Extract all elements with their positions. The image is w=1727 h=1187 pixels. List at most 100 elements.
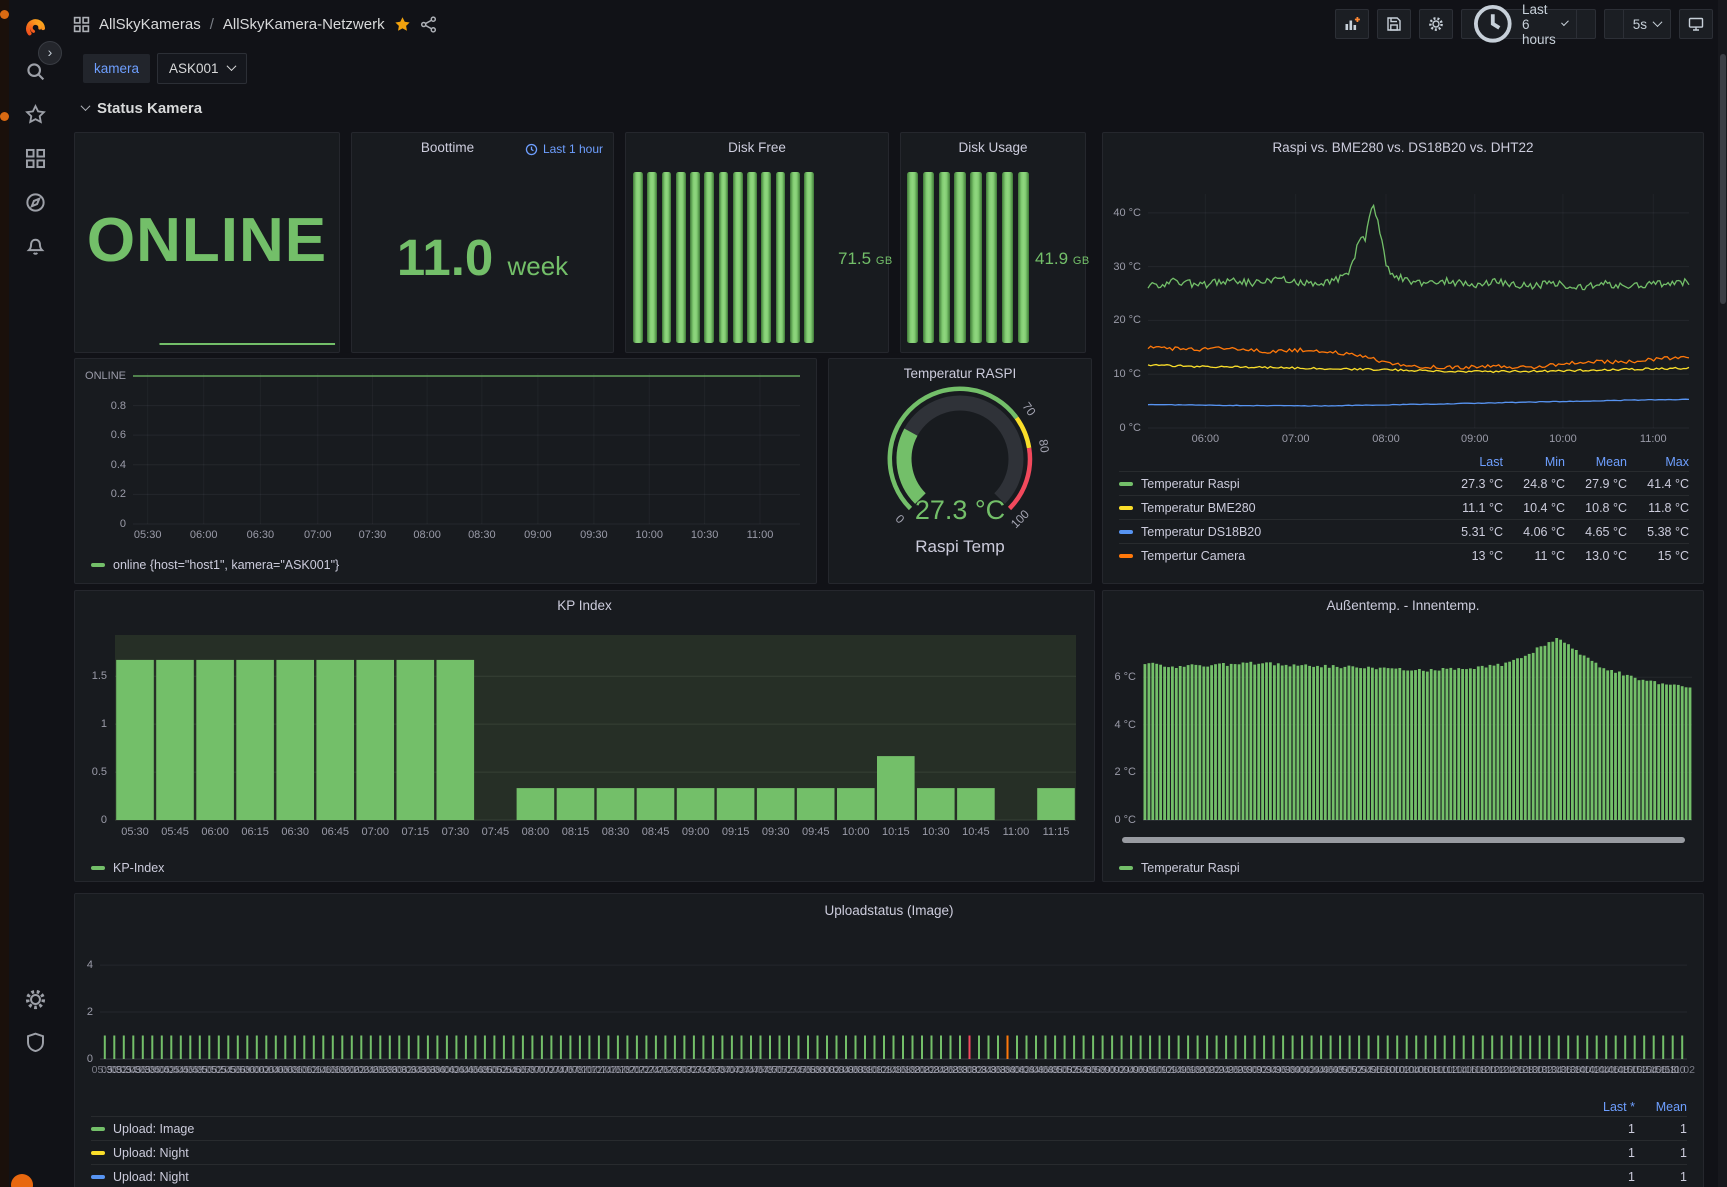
apps-icon[interactable] bbox=[23, 146, 47, 170]
gauge-stripe bbox=[719, 172, 729, 343]
legend-series-label[interactable]: Tempertur Camera bbox=[1119, 549, 1441, 563]
breadcrumb: AllSkyKameras / AllSkyKamera-Netzwerk bbox=[73, 16, 437, 33]
star-icon[interactable] bbox=[23, 102, 47, 126]
chevron-down-icon bbox=[1653, 17, 1663, 27]
refresh-button[interactable] bbox=[1605, 10, 1623, 38]
gear-icon[interactable] bbox=[23, 987, 47, 1011]
share-icon[interactable] bbox=[420, 16, 437, 33]
legend-value: 1 bbox=[1583, 1170, 1635, 1184]
left-edge-strip bbox=[0, 0, 9, 1187]
legend-series-label[interactable]: Upload: Night bbox=[91, 1170, 1583, 1184]
time-range-button[interactable]: Last 6 hours bbox=[1462, 10, 1575, 38]
panel-kp-index: KP Index 1.510.501.6705:301.6705:451.670… bbox=[74, 590, 1095, 882]
shield-icon[interactable] bbox=[23, 1030, 47, 1054]
save-dashboard-button[interactable] bbox=[1377, 9, 1411, 39]
legend-header-cell[interactable]: Max bbox=[1627, 455, 1689, 469]
legend-header-cell[interactable]: Min bbox=[1503, 455, 1565, 469]
gauge-stripe bbox=[747, 172, 757, 343]
legend-series-label[interactable]: Upload: Image bbox=[91, 1122, 1583, 1136]
legend-value: 11.1 °C bbox=[1441, 501, 1503, 515]
favorite-star-icon[interactable] bbox=[394, 16, 411, 33]
legend-header: LastMinMeanMax bbox=[1119, 452, 1689, 471]
panel-title[interactable]: Boottime bbox=[392, 140, 503, 155]
panel-title[interactable]: Disk Free bbox=[656, 140, 858, 155]
legend-value: 1 bbox=[1635, 1146, 1687, 1160]
series-color-dash bbox=[1119, 482, 1133, 486]
panel-boottime: Boottime Last 1 hour 11.0 week bbox=[351, 132, 614, 353]
panel-uploadstatus: Uploadstatus (Image) 42005:3005:3205:340… bbox=[74, 893, 1704, 1187]
time-range-label: Last 6 hours bbox=[1522, 2, 1556, 47]
legend-series-label[interactable]: online {host="host1", kamera="ASK001"} bbox=[113, 558, 339, 572]
zoom-out-button[interactable] bbox=[1576, 10, 1595, 38]
dashboards-grid-icon bbox=[73, 16, 90, 33]
page-scrollbar[interactable] bbox=[1718, 0, 1727, 1187]
sidebar-expand-button[interactable]: › bbox=[38, 41, 62, 65]
legend-header: Last *Mean bbox=[91, 1097, 1687, 1116]
news-bubble[interactable] bbox=[11, 1174, 33, 1187]
gauge-stripe bbox=[733, 172, 743, 343]
temp-chart-legend: LastMinMeanMax Temperatur Raspi27.3 °C24.… bbox=[1119, 452, 1689, 567]
legend-value: 24.8 °C bbox=[1503, 477, 1565, 491]
refresh-interval-button[interactable]: 5s bbox=[1623, 10, 1670, 38]
legend-value: 41.4 °C bbox=[1627, 477, 1689, 491]
legend-header-cell[interactable]: Last bbox=[1441, 455, 1503, 469]
scrollbar-thumb[interactable] bbox=[1720, 54, 1726, 304]
row-toggle[interactable]: Status Kamera bbox=[82, 100, 202, 117]
panel-temp-comparison: Raspi vs. BME280 vs. DS18B20 vs. DHT22 4… bbox=[1102, 132, 1704, 584]
panel-aussentemp: Außentemp. - Innentemp. 6 °C4 °C2 °C0 °C… bbox=[1102, 590, 1704, 882]
gauge-stripe bbox=[662, 172, 672, 343]
online-chart-legend[interactable]: online {host="host1", kamera="ASK001"} bbox=[91, 558, 339, 572]
gauge-stripe bbox=[761, 172, 771, 343]
disk-free-value: 71.5 GB bbox=[838, 249, 893, 269]
gauge-stripe bbox=[690, 172, 700, 343]
kiosk-mode-button[interactable] bbox=[1679, 9, 1713, 39]
legend-value: 4.65 °C bbox=[1565, 525, 1627, 539]
horizontal-scrollbar[interactable] bbox=[1122, 837, 1685, 843]
legend-value: 1 bbox=[1583, 1146, 1635, 1160]
series-color-dash bbox=[91, 1151, 105, 1155]
add-panel-button[interactable] bbox=[1335, 9, 1369, 39]
gauge-label: Raspi Temp bbox=[829, 537, 1091, 557]
time-override-badge: Last 1 hour bbox=[525, 142, 603, 156]
compass-icon[interactable] bbox=[23, 190, 47, 214]
panel-title[interactable]: Disk Usage bbox=[931, 140, 1055, 155]
legend-value: 10.4 °C bbox=[1503, 501, 1565, 515]
series-color-dash bbox=[91, 563, 105, 567]
legend-header-cell[interactable]: Mean bbox=[1565, 455, 1627, 469]
kp-legend[interactable]: KP-Index bbox=[91, 861, 164, 875]
legend-value: 5.38 °C bbox=[1627, 525, 1689, 539]
legend-row: Temperatur BME28011.1 °C10.4 °C10.8 °C11… bbox=[1119, 495, 1689, 519]
legend-header-cell[interactable]: Mean bbox=[1635, 1100, 1687, 1114]
legend-row: Temperatur DS18B205.31 °C4.06 °C4.65 °C5… bbox=[1119, 519, 1689, 543]
legend-value: 1 bbox=[1635, 1170, 1687, 1184]
dashboard-settings-button[interactable] bbox=[1419, 9, 1453, 39]
legend-series-label[interactable]: Temperatur DS18B20 bbox=[1119, 525, 1441, 539]
breadcrumb-dashboard[interactable]: AllSkyKamera-Netzwerk bbox=[223, 16, 385, 33]
gauge-stripe bbox=[939, 172, 950, 343]
legend-value: 27.9 °C bbox=[1565, 477, 1627, 491]
clock-icon bbox=[1471, 2, 1515, 46]
legend-series-label[interactable]: KP-Index bbox=[113, 861, 164, 875]
legend-series-label[interactable]: Temperatur Raspi bbox=[1119, 477, 1441, 491]
breadcrumb-separator: / bbox=[210, 16, 214, 33]
series-color-dash bbox=[91, 1175, 105, 1179]
edge-dot bbox=[0, 10, 9, 19]
boottime-unit: week bbox=[507, 251, 568, 281]
disk-usage-bar-gauge bbox=[907, 172, 1029, 343]
bell-icon[interactable] bbox=[23, 233, 47, 257]
legend-series-label[interactable]: Temperatur BME280 bbox=[1119, 501, 1441, 515]
top-navbar: AllSkyKameras / AllSkyKamera-Netzwerk bbox=[61, 0, 1727, 48]
legend-series-label[interactable]: Upload: Night bbox=[91, 1146, 1583, 1160]
breadcrumb-folder[interactable]: AllSkyKameras bbox=[99, 16, 201, 33]
legend-value: 5.31 °C bbox=[1441, 525, 1503, 539]
legend-header-cell[interactable]: Last * bbox=[1583, 1100, 1635, 1114]
legend-series-label[interactable]: Temperatur Raspi bbox=[1141, 861, 1240, 875]
legend-row: Upload: Night11 bbox=[91, 1140, 1687, 1164]
panel-disk-usage: Disk Usage 41.9 GB bbox=[900, 132, 1086, 353]
dashboard-toolbar: Last 6 hours 5s bbox=[1335, 9, 1713, 39]
legend-value: 11.8 °C bbox=[1627, 501, 1689, 515]
variable-value-dropdown[interactable]: ASK001 bbox=[157, 53, 247, 84]
aussentemp-legend[interactable]: Temperatur Raspi bbox=[1119, 861, 1240, 875]
legend-value: 27.3 °C bbox=[1441, 477, 1503, 491]
grafana-logo[interactable] bbox=[23, 15, 47, 39]
